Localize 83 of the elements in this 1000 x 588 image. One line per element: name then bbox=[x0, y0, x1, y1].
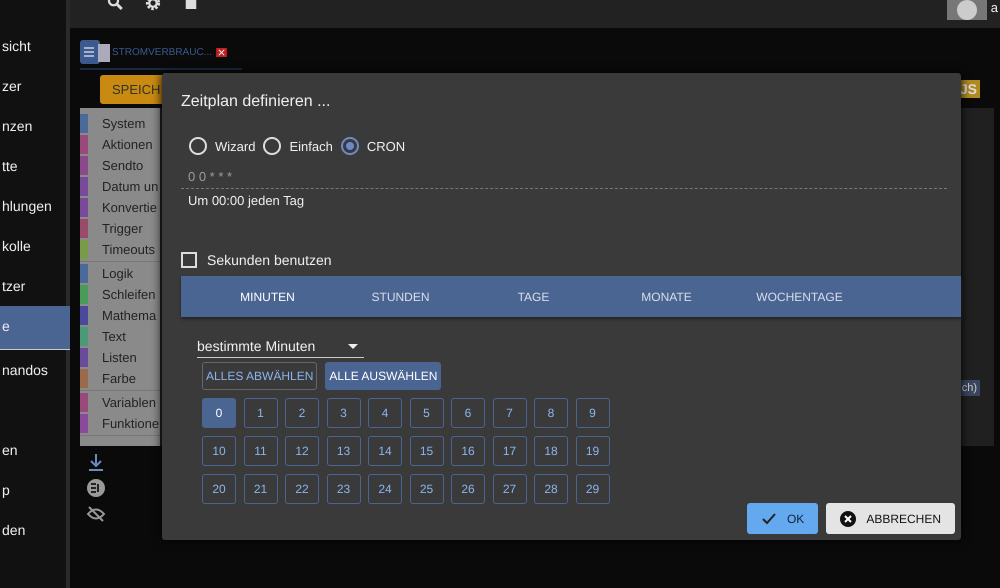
toolbox-category[interactable]: Schleifen bbox=[80, 284, 160, 305]
sidebar-item[interactable]: den bbox=[0, 520, 66, 540]
sidebar-item[interactable]: en bbox=[0, 440, 66, 460]
minute-button[interactable]: 26 bbox=[451, 474, 485, 504]
mode-select[interactable]: bestimmte Minuten bbox=[197, 338, 364, 358]
user-name: a bbox=[990, 0, 998, 15]
sidebar-item[interactable]: kolle bbox=[0, 236, 66, 256]
seconds-checkbox[interactable]: Sekunden benutzen bbox=[181, 252, 942, 268]
minute-button[interactable]: 19 bbox=[576, 436, 610, 466]
minute-button[interactable]: 28 bbox=[534, 474, 568, 504]
cron-field[interactable]: 0 0 * * * bbox=[181, 165, 947, 189]
sidebar-item[interactable]: tte bbox=[0, 156, 66, 176]
minute-button[interactable]: 10 bbox=[202, 436, 236, 466]
sidebar-item[interactable]: nandos bbox=[0, 360, 66, 380]
toolbox-category[interactable]: Aktionen bbox=[80, 134, 160, 155]
minute-button[interactable]: 6 bbox=[451, 398, 485, 428]
toolbox-category[interactable]: Variablen bbox=[80, 392, 160, 413]
minute-button[interactable]: 18 bbox=[534, 436, 568, 466]
minute-button[interactable]: 1 bbox=[244, 398, 278, 428]
toolbox-category[interactable]: Farbe bbox=[80, 368, 160, 389]
caret-icon bbox=[348, 344, 358, 348]
minute-button[interactable]: 4 bbox=[368, 398, 402, 428]
toolbox-category[interactable]: Sendto bbox=[80, 155, 160, 176]
tab[interactable]: MINUTEN bbox=[201, 290, 334, 304]
script-icon bbox=[80, 40, 112, 64]
toolbox-category[interactable]: Konvertie bbox=[80, 197, 160, 218]
minute-button[interactable]: 11 bbox=[244, 436, 278, 466]
toolbox-category[interactable]: Funktione bbox=[80, 413, 160, 434]
mode-radio[interactable]: CRON bbox=[340, 137, 406, 155]
mode-radio[interactable]: Einfach bbox=[263, 137, 333, 155]
minute-button[interactable]: 25 bbox=[410, 474, 444, 504]
dialog-title: Zeitplan definieren ... bbox=[181, 93, 332, 111]
sidebar-item[interactable]: sicht bbox=[0, 36, 66, 56]
minute-button[interactable]: 16 bbox=[451, 436, 485, 466]
minute-button[interactable]: 29 bbox=[576, 474, 610, 504]
tab[interactable]: WOCHENTAGE bbox=[733, 290, 866, 304]
tab[interactable]: TAGE bbox=[467, 290, 600, 304]
minute-button[interactable]: 15 bbox=[410, 436, 444, 466]
minute-button[interactable]: 24 bbox=[368, 474, 402, 504]
minute-button[interactable]: 3 bbox=[326, 398, 360, 428]
toolbox-category[interactable]: Timeouts bbox=[80, 239, 160, 260]
minute-button[interactable]: 9 bbox=[576, 398, 610, 428]
toolbox-category[interactable]: Trigger bbox=[80, 218, 160, 239]
minute-button[interactable]: 2 bbox=[285, 398, 319, 428]
minute-button[interactable]: 14 bbox=[368, 436, 402, 466]
toolbox-category[interactable]: Listen bbox=[80, 347, 160, 368]
minute-button[interactable]: 8 bbox=[534, 398, 568, 428]
minute-button[interactable]: 7 bbox=[492, 398, 526, 428]
eye-off-icon[interactable] bbox=[86, 504, 106, 524]
sidebar-item[interactable]: p bbox=[0, 480, 66, 500]
close-icon[interactable] bbox=[216, 48, 228, 56]
script-tab[interactable]: STROMVERBRAUC... bbox=[80, 40, 212, 64]
download-icon[interactable] bbox=[86, 452, 106, 472]
cron-description: Um 00:00 jeden Tag bbox=[187, 192, 306, 210]
minute-button[interactable]: 12 bbox=[285, 436, 319, 466]
sidebar-item[interactable]: hlungen bbox=[0, 196, 66, 216]
minute-button[interactable]: 21 bbox=[244, 474, 278, 504]
minute-button[interactable]: 23 bbox=[326, 474, 360, 504]
close-icon bbox=[840, 510, 856, 526]
toolbox-category[interactable]: Text bbox=[80, 326, 160, 347]
check-icon bbox=[760, 510, 777, 526]
minute-button[interactable]: 5 bbox=[410, 398, 444, 428]
minute-button[interactable]: 0 bbox=[202, 398, 236, 428]
ok-button[interactable]: OK bbox=[746, 503, 818, 534]
select-all-button[interactable]: ALLE AUSWÄHLEN bbox=[325, 362, 442, 390]
sidebar-item[interactable]: nzen bbox=[0, 116, 66, 136]
minute-button[interactable]: 22 bbox=[285, 474, 319, 504]
toolbox-category[interactable]: Datum un bbox=[80, 176, 160, 197]
toolbox-category[interactable]: System bbox=[80, 113, 160, 134]
toolbox-category[interactable]: Logik bbox=[80, 263, 160, 284]
sidebar-item[interactable]: zer bbox=[0, 76, 66, 96]
sidebar-item[interactable]: tzer bbox=[0, 276, 66, 296]
deselect-all-button[interactable]: ALLES ABWÄHLEN bbox=[202, 362, 318, 390]
tab[interactable]: MONATE bbox=[600, 290, 733, 304]
cancel-button[interactable]: ABBRECHEN bbox=[826, 503, 955, 534]
list-icon[interactable] bbox=[86, 478, 106, 498]
minute-button[interactable]: 13 bbox=[326, 436, 360, 466]
tab[interactable]: STUNDEN bbox=[334, 290, 467, 304]
minute-button[interactable]: 20 bbox=[202, 474, 236, 504]
minute-button[interactable]: 17 bbox=[492, 436, 526, 466]
minute-button[interactable]: 27 bbox=[492, 474, 526, 504]
toolbox-category[interactable]: Mathema bbox=[80, 305, 160, 326]
mode-radio[interactable]: Wizard bbox=[189, 137, 256, 155]
